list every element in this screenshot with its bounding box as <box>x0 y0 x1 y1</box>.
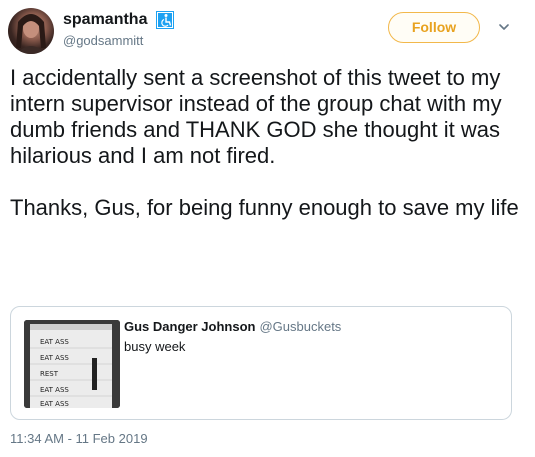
quoted-tweet-image[interactable]: EAT ASS EAT ASS REST EAT ASS EAT ASS <box>24 320 120 408</box>
quoted-tweet-author: Gus Danger Johnson @Gusbuckets <box>124 319 341 335</box>
quoted-author-name[interactable]: Gus Danger Johnson <box>124 319 255 334</box>
tweet-timestamp[interactable]: 11:34 AM - 11 Feb 2019 <box>10 431 148 447</box>
whiteboard-line-2: EAT ASS <box>40 354 69 362</box>
avatar[interactable] <box>8 8 54 54</box>
display-name[interactable]: spamantha <box>63 10 147 30</box>
accessibility-badge-icon <box>156 11 174 29</box>
whiteboard-line-3: REST <box>40 370 59 378</box>
tweet-text: I accidentally sent a screenshot of this… <box>10 65 519 220</box>
whiteboard-photo: EAT ASS EAT ASS REST EAT ASS EAT ASS <box>24 320 120 408</box>
avatar-photo <box>16 14 46 54</box>
quoted-tweet-text: busy week <box>124 339 186 354</box>
quoted-tweet[interactable]: EAT ASS EAT ASS REST EAT ASS EAT ASS Gus… <box>10 306 512 420</box>
whiteboard-line-4: EAT ASS <box>40 386 69 394</box>
follow-button[interactable]: Follow <box>388 12 480 43</box>
quoted-author-handle[interactable]: @Gusbuckets <box>259 319 341 334</box>
chevron-down-icon[interactable] <box>497 20 511 34</box>
whiteboard-line-1: EAT ASS <box>40 338 69 346</box>
whiteboard-line-5: EAT ASS <box>40 400 69 408</box>
author-handle[interactable]: @godsammitt <box>63 33 143 49</box>
tweet-card: spamantha @godsammitt Follow I accidenta… <box>0 0 535 457</box>
